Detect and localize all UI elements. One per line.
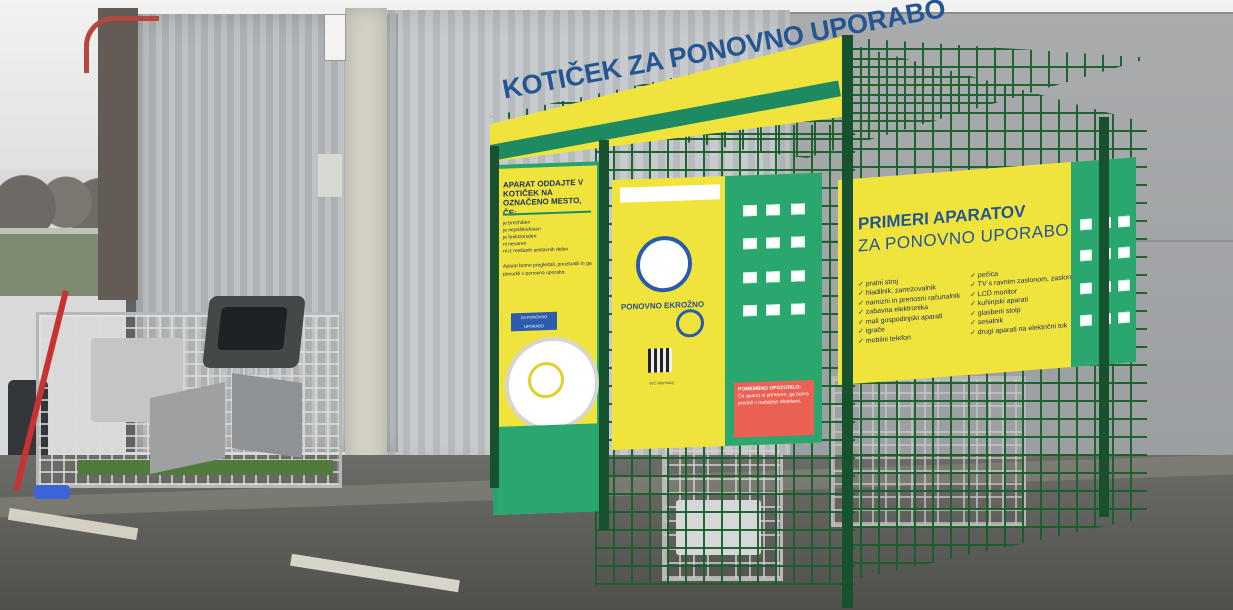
toy-icon — [791, 303, 805, 315]
toy-icon — [1118, 246, 1130, 259]
old-monitor — [232, 373, 302, 458]
computer-icon — [766, 271, 780, 283]
fence-post — [842, 35, 853, 608]
washer-icon — [1118, 279, 1130, 292]
wall-label — [318, 154, 342, 197]
toy-icon — [791, 236, 805, 248]
warning-box: POMEMBNO OPOZORILO: Če aparat ni primere… — [734, 379, 814, 438]
concrete-column — [345, 8, 387, 478]
examples-list-right: ✓ pečica ✓ TV s ravnim zaslonom, zaslono… — [970, 263, 1081, 338]
left-panel-green-footer — [497, 423, 597, 515]
washer-icon — [743, 204, 757, 217]
qr-caption: Več informacij — [649, 379, 674, 386]
fridge-icon — [766, 204, 780, 216]
green-cage-base — [78, 460, 333, 475]
center-panel-green-section: POMEMBNO OPOZORILO: Če aparat ni primere… — [725, 172, 822, 447]
sponsor-logo-bar — [620, 184, 720, 203]
examples-list-left: ✓ pralni stroj ✓ hladilnik, zamrzovalnik… — [858, 273, 960, 347]
old-monitor — [150, 382, 225, 474]
left-panel-rules: je brezhiben je nepoškodovan je funkcion… — [503, 217, 595, 278]
washer-icon — [743, 304, 757, 317]
appliance-icon — [1118, 215, 1130, 228]
tv-icon — [743, 271, 757, 284]
center-info-panel: PONOVNO EKROŽNO Več informacij POMEMBNO … — [612, 172, 822, 451]
plug-logo-icon — [636, 235, 704, 338]
red-cable — [84, 16, 159, 73]
warning-sticker — [324, 14, 346, 61]
tv-screen — [217, 307, 288, 350]
distant-building — [0, 228, 112, 296]
left-panel-badge: ZA PONOVNO UPORABO — [511, 311, 557, 332]
left-panel-note: Aparat bomo pregledali, preizkusili in g… — [503, 261, 592, 278]
fence-post — [599, 140, 609, 530]
qr-code-icon — [648, 347, 672, 373]
tv-icon — [743, 237, 757, 250]
appliance-icon — [791, 270, 805, 282]
appliance-icon — [766, 237, 780, 249]
fridge-icon — [766, 304, 780, 316]
fence-post — [1099, 117, 1109, 517]
plug-icon — [676, 308, 704, 338]
appliance-icon — [1080, 282, 1092, 295]
crt-tv — [202, 296, 306, 368]
recycling-corner-photo: KOTIČEK ZA PONOVNO UPORABO APARAT ODDAJT… — [0, 0, 1233, 610]
warning-text: Če aparat ni primeren, ga bomo predali v… — [738, 390, 809, 407]
fence-post — [490, 146, 499, 488]
broom-head — [34, 485, 70, 499]
computer-icon — [791, 203, 805, 215]
toy-icon — [1118, 311, 1130, 324]
tv-icon — [1080, 249, 1092, 262]
right-examples-panel: PRIMERI APARATOV ZA PONOVNO UPORABO ✓ pr… — [838, 157, 1136, 385]
left-info-panel: APARAT ODDAJTE V KOTIČEK NA OZNAČENO MES… — [493, 161, 601, 515]
tv-icon — [1080, 314, 1092, 327]
fridge-icon — [1080, 218, 1092, 231]
